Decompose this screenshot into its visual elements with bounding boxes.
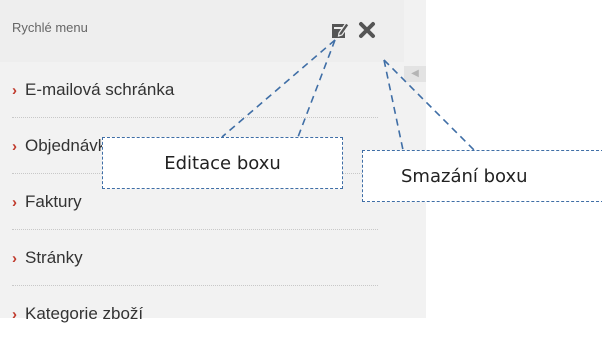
panel-header: Rychlé menu	[0, 0, 404, 62]
delete-box-callout: Smazání boxu	[362, 150, 602, 202]
menu-item-label: Kategorie zboží	[25, 304, 144, 323]
close-x-icon[interactable]	[357, 20, 377, 40]
scroll-up-arrow[interactable]: ◀	[404, 66, 426, 82]
quick-menu-list: › E-mailová schránka › Objednávky › Faktury…	[12, 62, 378, 341]
menu-item-email[interactable]: › E-mailová schránka	[12, 62, 378, 118]
edit-box-callout-text: Editace boxu	[164, 152, 281, 174]
menu-item-label: Stránky	[25, 248, 83, 267]
pencil-edit-icon[interactable]	[330, 20, 350, 40]
edit-box-callout: Editace boxu	[102, 137, 343, 189]
chevron-right-icon: ›	[12, 194, 17, 211]
delete-box-callout-text: Smazání boxu	[401, 165, 528, 187]
menu-item-pages[interactable]: › Stránky	[12, 230, 378, 286]
menu-item-label: Faktury	[25, 192, 82, 211]
menu-item-label: E-mailová schránka	[25, 80, 175, 99]
chevron-right-icon: ›	[12, 250, 17, 267]
menu-item-categories[interactable]: › Kategorie zboží	[12, 286, 378, 341]
chevron-right-icon: ›	[12, 138, 17, 155]
chevron-right-icon: ›	[12, 82, 17, 99]
panel-title: Rychlé menu	[12, 20, 88, 35]
chevron-right-icon: ›	[12, 306, 17, 323]
